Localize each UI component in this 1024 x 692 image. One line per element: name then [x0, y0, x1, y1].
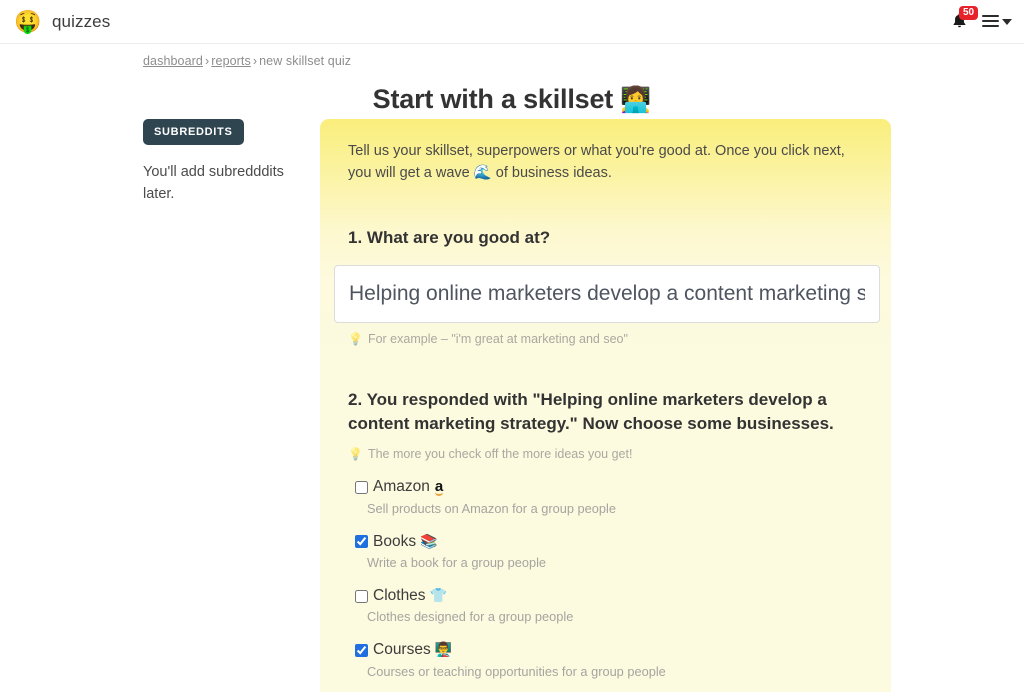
option-courses-label: Courses 👨‍🏫: [373, 641, 452, 660]
brand[interactable]: 🤑 quizzes: [14, 8, 110, 36]
option-label-text: Books: [373, 532, 417, 550]
breadcrumb-item-reports[interactable]: reports: [211, 54, 251, 68]
question-2-hint-text: The more you check off the more ideas yo…: [367, 447, 633, 462]
option-courses-description: Courses or teaching opportunities for a …: [367, 663, 666, 679]
money-mouth-face-emoji: 🤑: [14, 8, 42, 34]
option-books-checkbox[interactable]: [355, 535, 368, 549]
notification-count-badge: 50: [959, 6, 979, 20]
quiz-card: Tell us your skillset, superpowers or wh…: [320, 119, 891, 692]
breadcrumb: dashboard › reports › new skillset quiz: [143, 54, 1024, 68]
question-1-hint-text: For example – "i'm great at marketing an…: [367, 332, 628, 347]
question-1-title: 1. What are you good at?: [348, 227, 551, 247]
chevron-down-icon: [1002, 18, 1012, 25]
option-clothes[interactable]: Clothes 👕: [355, 587, 863, 606]
question-2-hint: 💡 The more you check off the more ideas …: [320, 447, 891, 461]
brand-name: quizzes: [52, 11, 111, 31]
option-books[interactable]: Books 📚: [355, 533, 863, 552]
option-label-text: Amazon: [373, 478, 430, 496]
option-amazon[interactable]: Amazon a: [355, 478, 863, 497]
option-books-label: Books 📚: [373, 533, 438, 552]
option-courses[interactable]: Courses 👨‍🏫: [355, 641, 863, 660]
amazon-logo-icon: a: [434, 478, 444, 497]
breadcrumb-item-dashboard[interactable]: dashboard: [143, 54, 203, 68]
main-menu-button[interactable]: [982, 13, 1012, 27]
skillset-input[interactable]: [334, 265, 880, 324]
lightbulb-icon: 💡: [348, 332, 363, 347]
option-amazon-checkbox[interactable]: [355, 481, 368, 495]
option-amazon-description: Sell products on Amazon for a group peop…: [367, 500, 616, 516]
breadcrumb-separator: ›: [252, 54, 258, 68]
option-label-text: Courses: [373, 640, 431, 658]
sidebar-note: You'll add subredddits later.: [143, 164, 284, 203]
teacher-emoji: 👨‍🏫: [434, 640, 453, 657]
card-intro-text: Tell us your skillset, superpowers or wh…: [348, 143, 845, 182]
question-2-title: 2. You responded with "Helping online ma…: [348, 390, 834, 434]
list-item: Books 📚 Write a book for a group people: [355, 533, 863, 572]
business-options-list: Amazon a Sell products on Amazon for a gr…: [320, 478, 891, 692]
sidebar: SUBREDDITS You'll add subredddits later.: [143, 119, 303, 206]
page-title-text: Start with a skillset: [372, 84, 614, 114]
technologist-emoji: 👩‍💻: [620, 86, 652, 114]
breadcrumb-separator: ›: [204, 54, 210, 68]
page-title: Start with a skillset 👩‍💻: [0, 84, 1024, 115]
option-books-description: Write a book for a group people: [367, 555, 547, 571]
list-item: Clothes 👕 Clothes designed for a group pe…: [355, 587, 863, 626]
hamburger-menu-icon: [982, 15, 999, 27]
top-navigation-bar: 🤑 quizzes 50: [0, 0, 1024, 44]
list-item: Amazon a Sell products on Amazon for a gr…: [355, 478, 863, 517]
tshirt-emoji: 👕: [429, 586, 447, 603]
books-emoji: 📚: [420, 532, 438, 549]
option-label-text: Clothes: [373, 586, 426, 604]
option-clothes-checkbox[interactable]: [355, 589, 368, 603]
question-1-hint: 💡 For example – "i'm great at marketing …: [320, 332, 891, 346]
breadcrumb-item-current: new skillset quiz: [259, 54, 352, 68]
option-courses-checkbox[interactable]: [355, 643, 368, 657]
list-item: Courses 👨‍🏫 Courses or teaching opportuni…: [355, 641, 863, 680]
lightbulb-icon: 💡: [348, 447, 363, 462]
top-bar-actions: 50: [950, 6, 1012, 34]
notifications-button[interactable]: 50: [950, 6, 979, 34]
option-amazon-label: Amazon a: [373, 478, 444, 497]
option-clothes-label: Clothes 👕: [373, 587, 447, 606]
subreddits-badge[interactable]: SUBREDDITS: [143, 119, 244, 145]
option-clothes-description: Clothes designed for a group people: [367, 609, 574, 625]
